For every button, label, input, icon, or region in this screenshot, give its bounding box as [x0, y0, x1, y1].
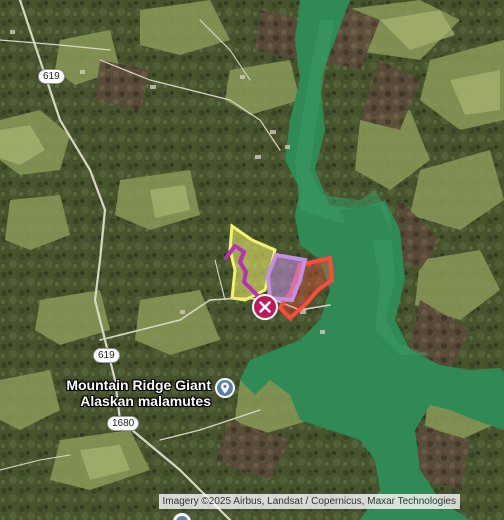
map-attribution: Imagery ©2025 Airbus, Landsat / Copernic…: [158, 494, 460, 509]
road-label-1680: 1680: [107, 416, 140, 431]
location-marker-icon[interactable]: [172, 512, 192, 520]
satellite-map[interactable]: 619 619 1680 Mountain Ridge Giant Alaska…: [0, 0, 504, 520]
map-pin-icon[interactable]: [214, 377, 236, 401]
parcel-overlays[interactable]: [0, 0, 504, 520]
poi-name-line2: Alaskan malamutes: [80, 393, 211, 409]
close-circle-icon[interactable]: [252, 294, 278, 320]
road-label-619-north: 619: [38, 69, 65, 84]
poi-name-line1: Mountain Ridge Giant: [66, 377, 211, 393]
poi-label[interactable]: Mountain Ridge Giant Alaskan malamutes: [66, 377, 211, 409]
road-label-619-south: 619: [93, 348, 120, 363]
